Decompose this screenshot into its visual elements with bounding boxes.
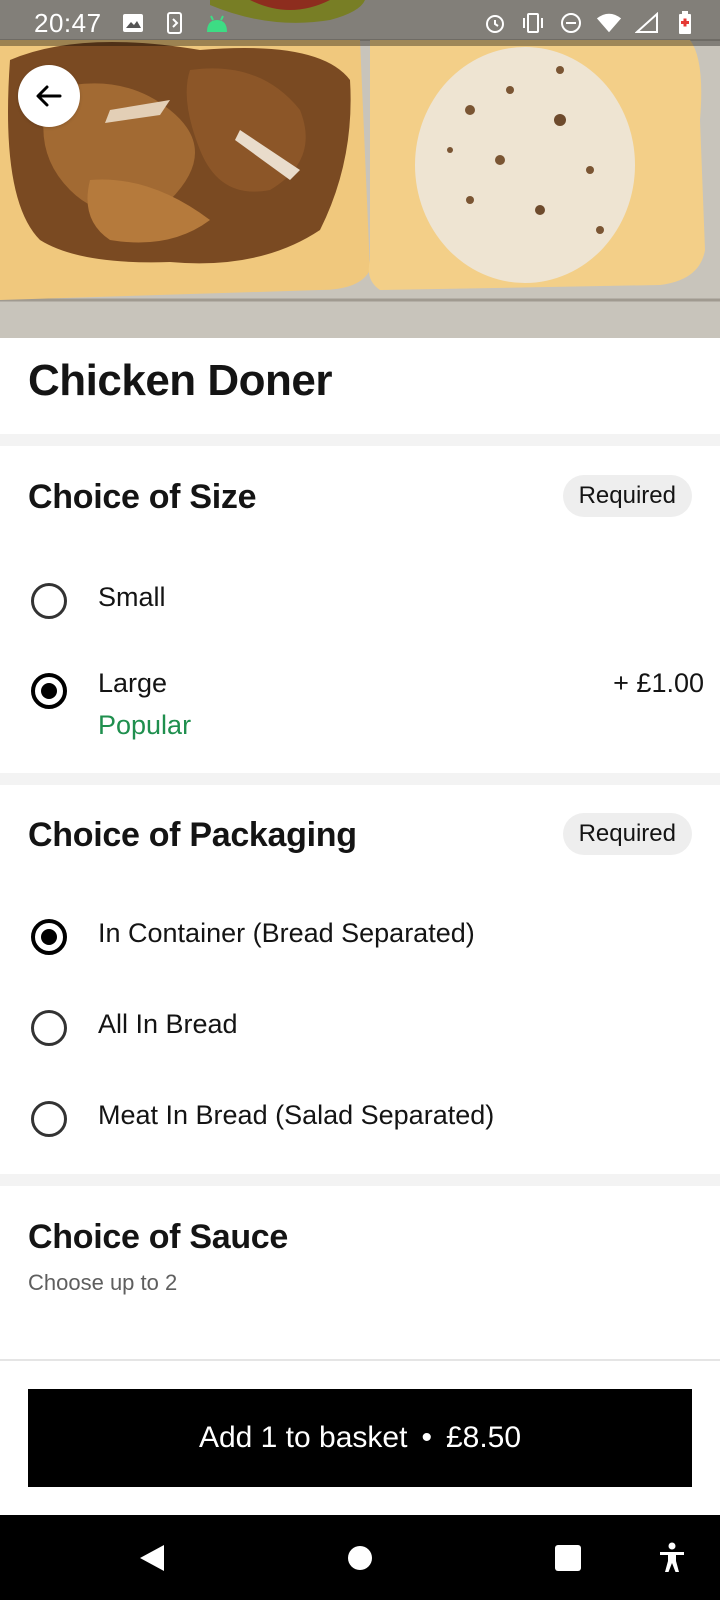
packaging-required-badge: Required: [562, 813, 692, 855]
nav-home-button[interactable]: [336, 1515, 384, 1600]
size-option-large[interactable]: Large + £1.00 Popular: [0, 650, 720, 750]
size-option-small[interactable]: Small: [0, 560, 720, 640]
status-time: 20:47: [34, 7, 102, 38]
item-photo: [0, 0, 720, 338]
option-price: + £1.00: [613, 668, 704, 698]
option-label: In Container (Bread Separated): [98, 918, 475, 948]
popular-tag: Popular: [98, 710, 192, 740]
status-bar: 20:47: [0, 0, 720, 46]
nav-accessibility-button[interactable]: [648, 1515, 696, 1600]
recents-square-icon: [555, 1544, 581, 1571]
arrow-left-icon: [36, 85, 62, 107]
radio-button[interactable]: [31, 583, 67, 619]
vibrate-icon: [520, 10, 546, 36]
option-label: All In Bread: [98, 1009, 238, 1039]
packaging-option-meat-in-bread[interactable]: Meat In Bread (Salad Separated): [0, 1078, 720, 1158]
section-divider: [0, 434, 720, 446]
signal-icon: [634, 10, 660, 36]
wifi-icon: [596, 10, 622, 36]
size-section-title: Choice of Size: [28, 478, 257, 516]
section-divider: [0, 1174, 720, 1186]
add-button-label: Add 1 to basket: [198, 1421, 408, 1454]
nav-back-button[interactable]: [128, 1515, 176, 1600]
android-icon: [204, 10, 230, 36]
nav-recents-button[interactable]: [544, 1515, 592, 1600]
footer-divider: [0, 1359, 720, 1361]
radio-button-selected[interactable]: [31, 919, 67, 955]
packaging-option-all-in-bread[interactable]: All In Bread: [0, 987, 720, 1067]
image-icon: [120, 10, 146, 36]
back-triangle-icon: [140, 1544, 164, 1571]
home-circle-icon: [348, 1545, 372, 1570]
add-button-separator: •: [421, 1421, 432, 1454]
packaging-option-container[interactable]: In Container (Bread Separated): [0, 896, 720, 976]
add-button-price: £8.50: [445, 1421, 522, 1454]
sauce-section-subtitle: Choose up to 2: [28, 1270, 178, 1295]
option-label: Large: [98, 668, 168, 698]
packaging-section-title: Choice of Packaging: [28, 816, 357, 854]
do-not-disturb-icon: [558, 10, 584, 36]
radio-button[interactable]: [31, 1010, 67, 1046]
alarm-icon: [482, 10, 508, 36]
add-to-basket-button[interactable]: Add 1 to basket • £8.50: [28, 1389, 692, 1487]
size-required-badge: Required: [562, 475, 692, 517]
radio-button[interactable]: [31, 1101, 67, 1137]
battery-low-icon: [672, 10, 698, 36]
food-photo-illustration: [0, 0, 720, 338]
accessibility-icon: [660, 1542, 684, 1572]
option-label: Meat In Bread (Salad Separated): [98, 1100, 495, 1130]
back-button[interactable]: [18, 65, 80, 127]
screen-rotation-icon: [162, 10, 188, 36]
item-title: Chicken Doner: [28, 356, 333, 405]
radio-button-selected[interactable]: [31, 673, 67, 709]
sauce-section-title: Choice of Sauce: [28, 1218, 289, 1256]
section-divider: [0, 773, 720, 785]
option-label: Small: [98, 582, 166, 612]
system-nav-bar: [0, 1515, 720, 1600]
